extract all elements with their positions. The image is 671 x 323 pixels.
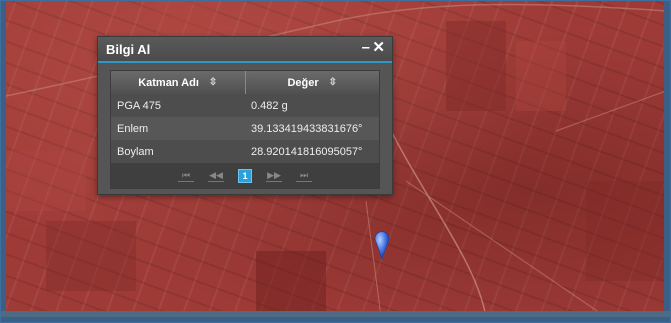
column-label-value: Değer — [287, 76, 319, 89]
prev-page-icon[interactable]: ◀◀ — [208, 170, 224, 182]
table-row[interactable]: Boylam 28.920141816095057° — [111, 140, 379, 163]
dialog-header[interactable]: Bilgi Al – ✕ — [98, 37, 392, 63]
next-page-icon[interactable]: ▶▶ — [266, 170, 282, 182]
info-table: Katman Adı ⇳ Değer ⇳ PGA 475 0.482 g Enl… — [110, 70, 380, 189]
cell-layer-name: PGA 475 — [117, 99, 162, 112]
map-pin-icon[interactable] — [374, 230, 390, 260]
column-label-layer: Katman Adı — [138, 76, 199, 89]
close-button[interactable]: ✕ — [372, 38, 385, 56]
cell-value: 0.482 g — [251, 99, 288, 112]
table-row[interactable]: Enlem 39.133419433831676° — [111, 117, 379, 140]
last-page-icon[interactable]: ⏭ — [296, 170, 312, 182]
table-header: Katman Adı ⇳ Değer ⇳ — [111, 71, 379, 94]
map-right-border — [664, 1, 670, 317]
map-bottom-border — [1, 311, 670, 317]
cell-layer-name: Enlem — [117, 122, 149, 135]
first-page-icon[interactable]: ⏮ — [178, 170, 194, 182]
column-header-layer[interactable]: Katman Adı ⇳ — [111, 71, 246, 94]
minimize-button[interactable]: – — [362, 39, 370, 56]
sort-icon[interactable]: ⇳ — [329, 77, 337, 88]
current-page-button[interactable]: 1 — [238, 168, 252, 183]
cell-value: 28.920141816095057° — [251, 145, 363, 158]
map-viewport: Bilgi Al – ✕ Katman Adı ⇳ Değer ⇳ PGA 47… — [0, 0, 671, 323]
pager: ⏮ ◀◀ 1 ▶▶ ⏭ — [111, 163, 379, 188]
info-dialog[interactable]: Bilgi Al – ✕ Katman Adı ⇳ Değer ⇳ PGA 47… — [97, 36, 393, 195]
table-row[interactable]: PGA 475 0.482 g — [111, 94, 379, 117]
dialog-title: Bilgi Al — [106, 42, 151, 57]
cell-value: 39.133419433831676° — [251, 122, 363, 135]
sort-icon[interactable]: ⇳ — [209, 77, 217, 88]
column-header-value[interactable]: Değer ⇳ — [246, 71, 380, 94]
cell-layer-name: Boylam — [117, 145, 154, 158]
